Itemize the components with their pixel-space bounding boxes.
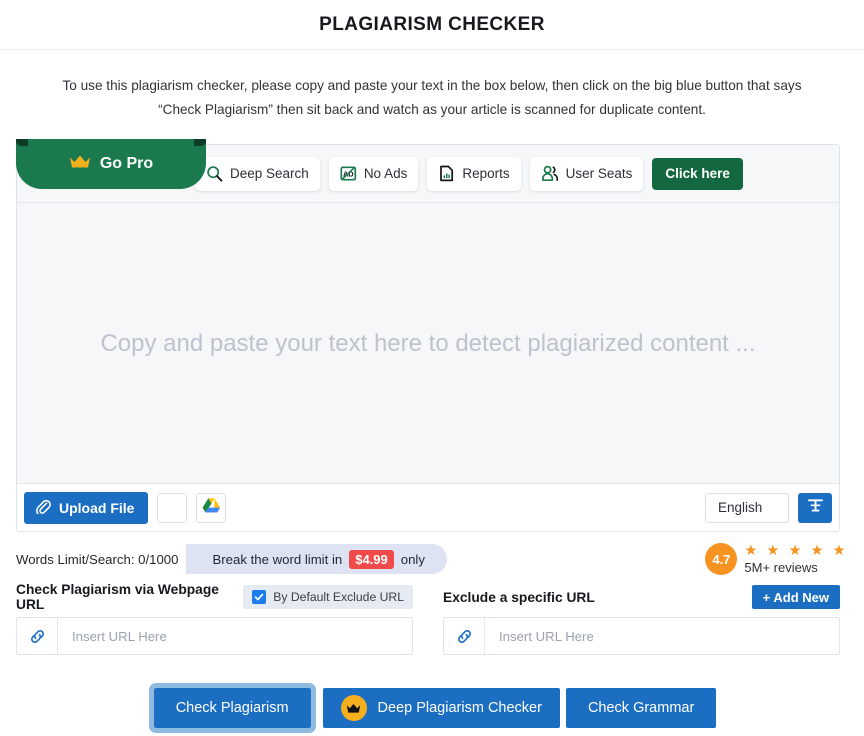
language-value: English bbox=[718, 500, 763, 516]
paperclip-icon bbox=[35, 498, 51, 517]
webpage-url-label: Check Plagiarism via Webpage URL bbox=[16, 582, 219, 613]
deep-plagiarism-checker-button[interactable]: Deep Plagiarism Checker bbox=[322, 688, 560, 729]
deep-checker-label: Deep Plagiarism Checker bbox=[377, 700, 542, 717]
break-word-limit-offer[interactable]: Break the word limit in $4.99 only bbox=[186, 544, 447, 575]
go-pro-ribbon[interactable]: Go Pro bbox=[16, 139, 206, 190]
users-icon bbox=[541, 165, 559, 182]
crown-icon bbox=[340, 695, 367, 722]
offer-prefix: Break the word limit in bbox=[212, 551, 343, 567]
google-drive-button[interactable] bbox=[196, 492, 227, 523]
language-select[interactable]: English bbox=[705, 492, 789, 523]
upload-file-label: Upload File bbox=[59, 499, 135, 516]
offer-suffix: only bbox=[400, 551, 425, 567]
feature-deep-search[interactable]: Deep Search bbox=[195, 156, 320, 191]
editor-placeholder: Copy and paste your text here to detect … bbox=[100, 329, 756, 357]
go-pro-label: Go Pro bbox=[99, 155, 154, 173]
exclude-url-input[interactable]: Insert URL Here bbox=[443, 617, 840, 656]
report-icon bbox=[438, 165, 455, 182]
default-exclude-url-label: By Default Exclude URL bbox=[273, 590, 404, 605]
blank-doc-button[interactable] bbox=[157, 492, 188, 523]
exclude-url-header: Exclude a specific URL + Add New bbox=[443, 584, 840, 610]
offer-price-badge: $4.99 bbox=[349, 549, 394, 569]
rating-reviews-count: 5M+ reviews bbox=[744, 559, 818, 575]
word-limit-row: Words Limit/Search: 0/1000 Break the wor… bbox=[16, 543, 848, 576]
feature-no-ads[interactable]: AD No Ads bbox=[328, 156, 419, 191]
click-here-button[interactable]: Click here bbox=[652, 157, 743, 190]
exclude-url-column: Exclude a specific URL + Add New Insert … bbox=[443, 584, 840, 656]
page-header: PLAGIARISM CHECKER bbox=[0, 0, 864, 50]
search-icon bbox=[206, 165, 223, 182]
webpage-url-input[interactable]: Insert URL Here bbox=[16, 617, 413, 656]
default-exclude-url-toggle[interactable]: By Default Exclude URL bbox=[243, 585, 413, 610]
text-editor-area[interactable]: Copy and paste your text here to detect … bbox=[17, 203, 839, 484]
rating-stars: ★ ★ ★ ★ ★ bbox=[744, 543, 848, 560]
crown-icon bbox=[69, 154, 91, 174]
feature-label: No Ads bbox=[363, 166, 408, 182]
editor-toolbar: Upload File English bbox=[17, 483, 839, 532]
rating-widget: 4.7 ★ ★ ★ ★ ★ 5M+ reviews bbox=[705, 543, 848, 576]
intro-line-2: “Check Plagiarism” then sit back and wat… bbox=[158, 102, 706, 118]
webpage-url-placeholder: Insert URL Here bbox=[72, 628, 167, 644]
upload-file-button[interactable]: Upload File bbox=[24, 491, 149, 524]
exclude-url-placeholder: Insert URL Here bbox=[499, 628, 594, 644]
link-icon bbox=[17, 618, 58, 655]
feature-reports[interactable]: Reports bbox=[427, 156, 521, 191]
google-drive-icon bbox=[202, 497, 221, 519]
pro-feature-bar: Go Pro Deep Search AD No Ads bbox=[16, 139, 839, 204]
link-icon bbox=[444, 618, 485, 655]
exclude-url-label: Exclude a specific URL bbox=[443, 589, 595, 605]
rating-details: ★ ★ ★ ★ ★ 5M+ reviews bbox=[744, 544, 848, 575]
webpage-url-column: Check Plagiarism via Webpage URL By Defa… bbox=[16, 582, 413, 656]
webpage-url-header: Check Plagiarism via Webpage URL By Defa… bbox=[16, 582, 413, 613]
text-format-icon bbox=[807, 497, 824, 519]
check-plagiarism-button[interactable]: Check Plagiarism bbox=[148, 683, 316, 734]
feature-user-seats[interactable]: User Seats bbox=[529, 156, 644, 191]
check-grammar-button[interactable]: Check Grammar bbox=[565, 688, 717, 729]
text-format-button[interactable] bbox=[798, 492, 832, 523]
rating-score: 4.7 bbox=[705, 543, 738, 576]
intro-line-1: To use this plagiarism checker, please c… bbox=[62, 78, 802, 93]
page-title: PLAGIARISM CHECKER bbox=[319, 13, 545, 35]
no-ads-icon: AD bbox=[340, 165, 357, 182]
feature-label: Reports bbox=[462, 166, 510, 182]
intro-description: To use this plagiarism checker, please c… bbox=[0, 50, 864, 130]
feature-label: Deep Search bbox=[230, 166, 309, 182]
add-new-button[interactable]: + Add New bbox=[751, 585, 840, 610]
feature-label: User Seats bbox=[565, 166, 633, 182]
editor-panel: Go Pro Deep Search AD No Ads bbox=[16, 139, 840, 533]
action-buttons: Check Plagiarism Deep Plagiarism Checker… bbox=[0, 683, 864, 734]
url-section: Check Plagiarism via Webpage URL By Defa… bbox=[16, 582, 848, 656]
checkbox-checked-icon[interactable] bbox=[252, 590, 267, 605]
words-limit-label: Words Limit/Search: 0/1000 bbox=[16, 551, 179, 567]
